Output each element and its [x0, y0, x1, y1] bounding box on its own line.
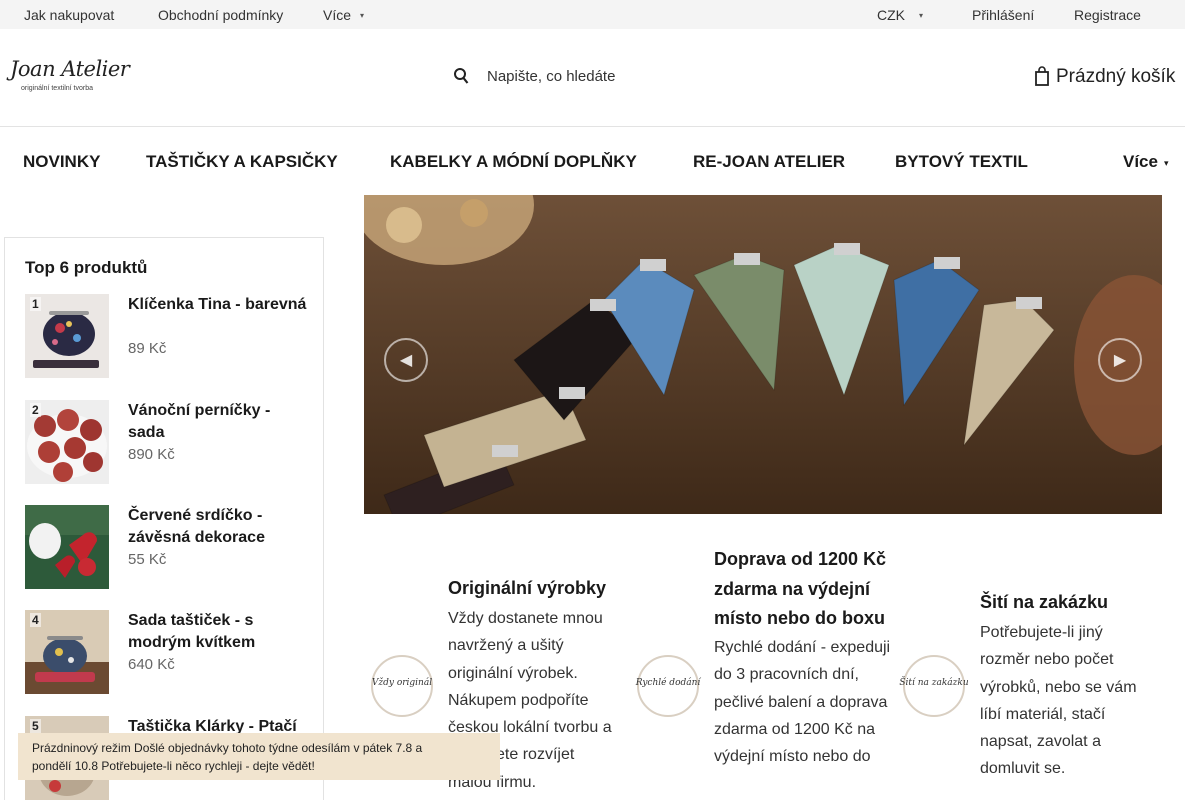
benefit-badge-delivery: Rychlé dodání [635, 655, 702, 717]
sidebar-title: Top 6 produktů [25, 258, 148, 277]
list-item[interactable]: Červené srdíčko - závěsná dekorace 55 Kč [25, 505, 315, 589]
currency-select[interactable]: CZK [877, 7, 905, 23]
product-rank: 1 [30, 297, 41, 311]
benefit-text: Rychlé dodání - expeduji do 3 pracovních… [714, 639, 891, 766]
register-link[interactable]: Registrace [1074, 7, 1141, 23]
top-products-box: Top 6 produktů 1 Klíčenka Tina - barevná… [4, 237, 324, 800]
product-name[interactable]: Vánoční perníčky - sada [128, 400, 308, 444]
link-obchodni-podminky[interactable]: Obchodní podmínky [158, 7, 283, 23]
nav-item-re-joan[interactable]: RE-JOAN ATELIER [693, 152, 845, 172]
nav-item-bytovy-textil[interactable]: BYTOVÝ TEXTIL [895, 152, 1028, 172]
logo[interactable]: Joan Atelier originální textilní tvorba [10, 57, 130, 97]
product-name[interactable]: Klíčenka Tina - barevná [128, 294, 308, 316]
product-image[interactable] [25, 505, 109, 589]
search-icon[interactable] [453, 66, 469, 86]
chevron-down-icon: ▾ [360, 11, 365, 20]
carousel-prev-button[interactable]: ◀ [384, 338, 428, 382]
arrow-right-icon: ▶ [1113, 352, 1127, 369]
top-more-menu[interactable]: Více [323, 7, 351, 23]
logo-title: Joan Atelier [10, 57, 130, 81]
benefit-title: Doprava od 1200 Kč zdarma na výdejní mís… [714, 549, 887, 628]
login-link[interactable]: Přihlášení [972, 7, 1034, 23]
product-name[interactable]: Sada taštiček - s modrým kvítkem [128, 610, 308, 654]
notice-line-2: pondělí 10.8 Potřebujete-li něco rychlej… [32, 759, 315, 773]
nav-item-kabelky[interactable]: KABELKY A MÓDNÍ DOPLŇKY [390, 152, 637, 172]
notice-line-1: Prázdninový režim Došlé objednávky tohot… [32, 741, 423, 755]
main-nav: NOVINKY TAŠTIČKY A KAPSIČKY KABELKY A MÓ… [0, 127, 1185, 195]
product-price: 89 Kč [128, 340, 167, 357]
benefit-badge-original: Vždy originál [371, 655, 433, 717]
cart-button[interactable]: Prázdný košík [1056, 66, 1175, 88]
cart-icon[interactable] [1035, 65, 1049, 87]
chevron-down-icon: ▾ [1164, 158, 1169, 168]
product-rank: 4 [30, 613, 41, 627]
link-jak-nakupovat[interactable]: Jak nakupovat [24, 7, 114, 23]
benefit-badge-custom: Šití na zakázku [899, 655, 969, 717]
product-price: 640 Kč [128, 656, 175, 673]
badge-text: Rychlé dodání [635, 677, 702, 688]
nav-item-novinky[interactable]: NOVINKY [23, 152, 100, 172]
top-bar: Jak nakupovat Obchodní podmínky Více ▾ C… [0, 0, 1185, 29]
carousel-next-button[interactable]: ▶ [1098, 338, 1142, 382]
site-header: Joan Atelier originální textilní tvorba … [0, 29, 1185, 127]
product-price: 890 Kč [128, 446, 175, 463]
list-item[interactable]: 4 Sada taštiček - s modrým kvítkem 640 K… [25, 610, 315, 694]
benefit-title: Originální výrobky [448, 578, 607, 598]
holiday-notice-bar[interactable]: Prázdninový režim Došlé objednávky tohot… [18, 733, 500, 780]
hero-image [364, 195, 1162, 514]
badge-text: Vždy originál [372, 677, 432, 688]
product-rank: 2 [30, 403, 41, 417]
benefit-text: Potřebujete-li jiný rozměr nebo počet vý… [980, 624, 1137, 778]
product-rank: 5 [30, 719, 41, 733]
list-item[interactable]: 2 Vánoční perníčky - sada 890 Kč [25, 400, 315, 484]
badge-text: Šití na zakázku [899, 676, 969, 688]
chevron-down-icon: ▾ [919, 11, 924, 20]
product-name[interactable]: Červené srdíčko - závěsná dekorace [128, 505, 308, 549]
logo-subtitle: originální textilní tvorba [21, 85, 93, 92]
benefit-title: Šití na zakázku [980, 592, 1109, 612]
nav-more[interactable]: Více [1123, 152, 1158, 172]
product-price: 55 Kč [128, 551, 167, 568]
list-item[interactable]: 1 Klíčenka Tina - barevná 89 Kč [25, 294, 315, 378]
search-input[interactable]: Napište, co hledáte [487, 68, 615, 85]
arrow-left-icon: ◀ [399, 352, 413, 369]
nav-item-tasticky[interactable]: TAŠTIČKY A KAPSIČKY [146, 152, 338, 172]
hero-carousel[interactable]: ◀ ▶ [364, 195, 1162, 514]
